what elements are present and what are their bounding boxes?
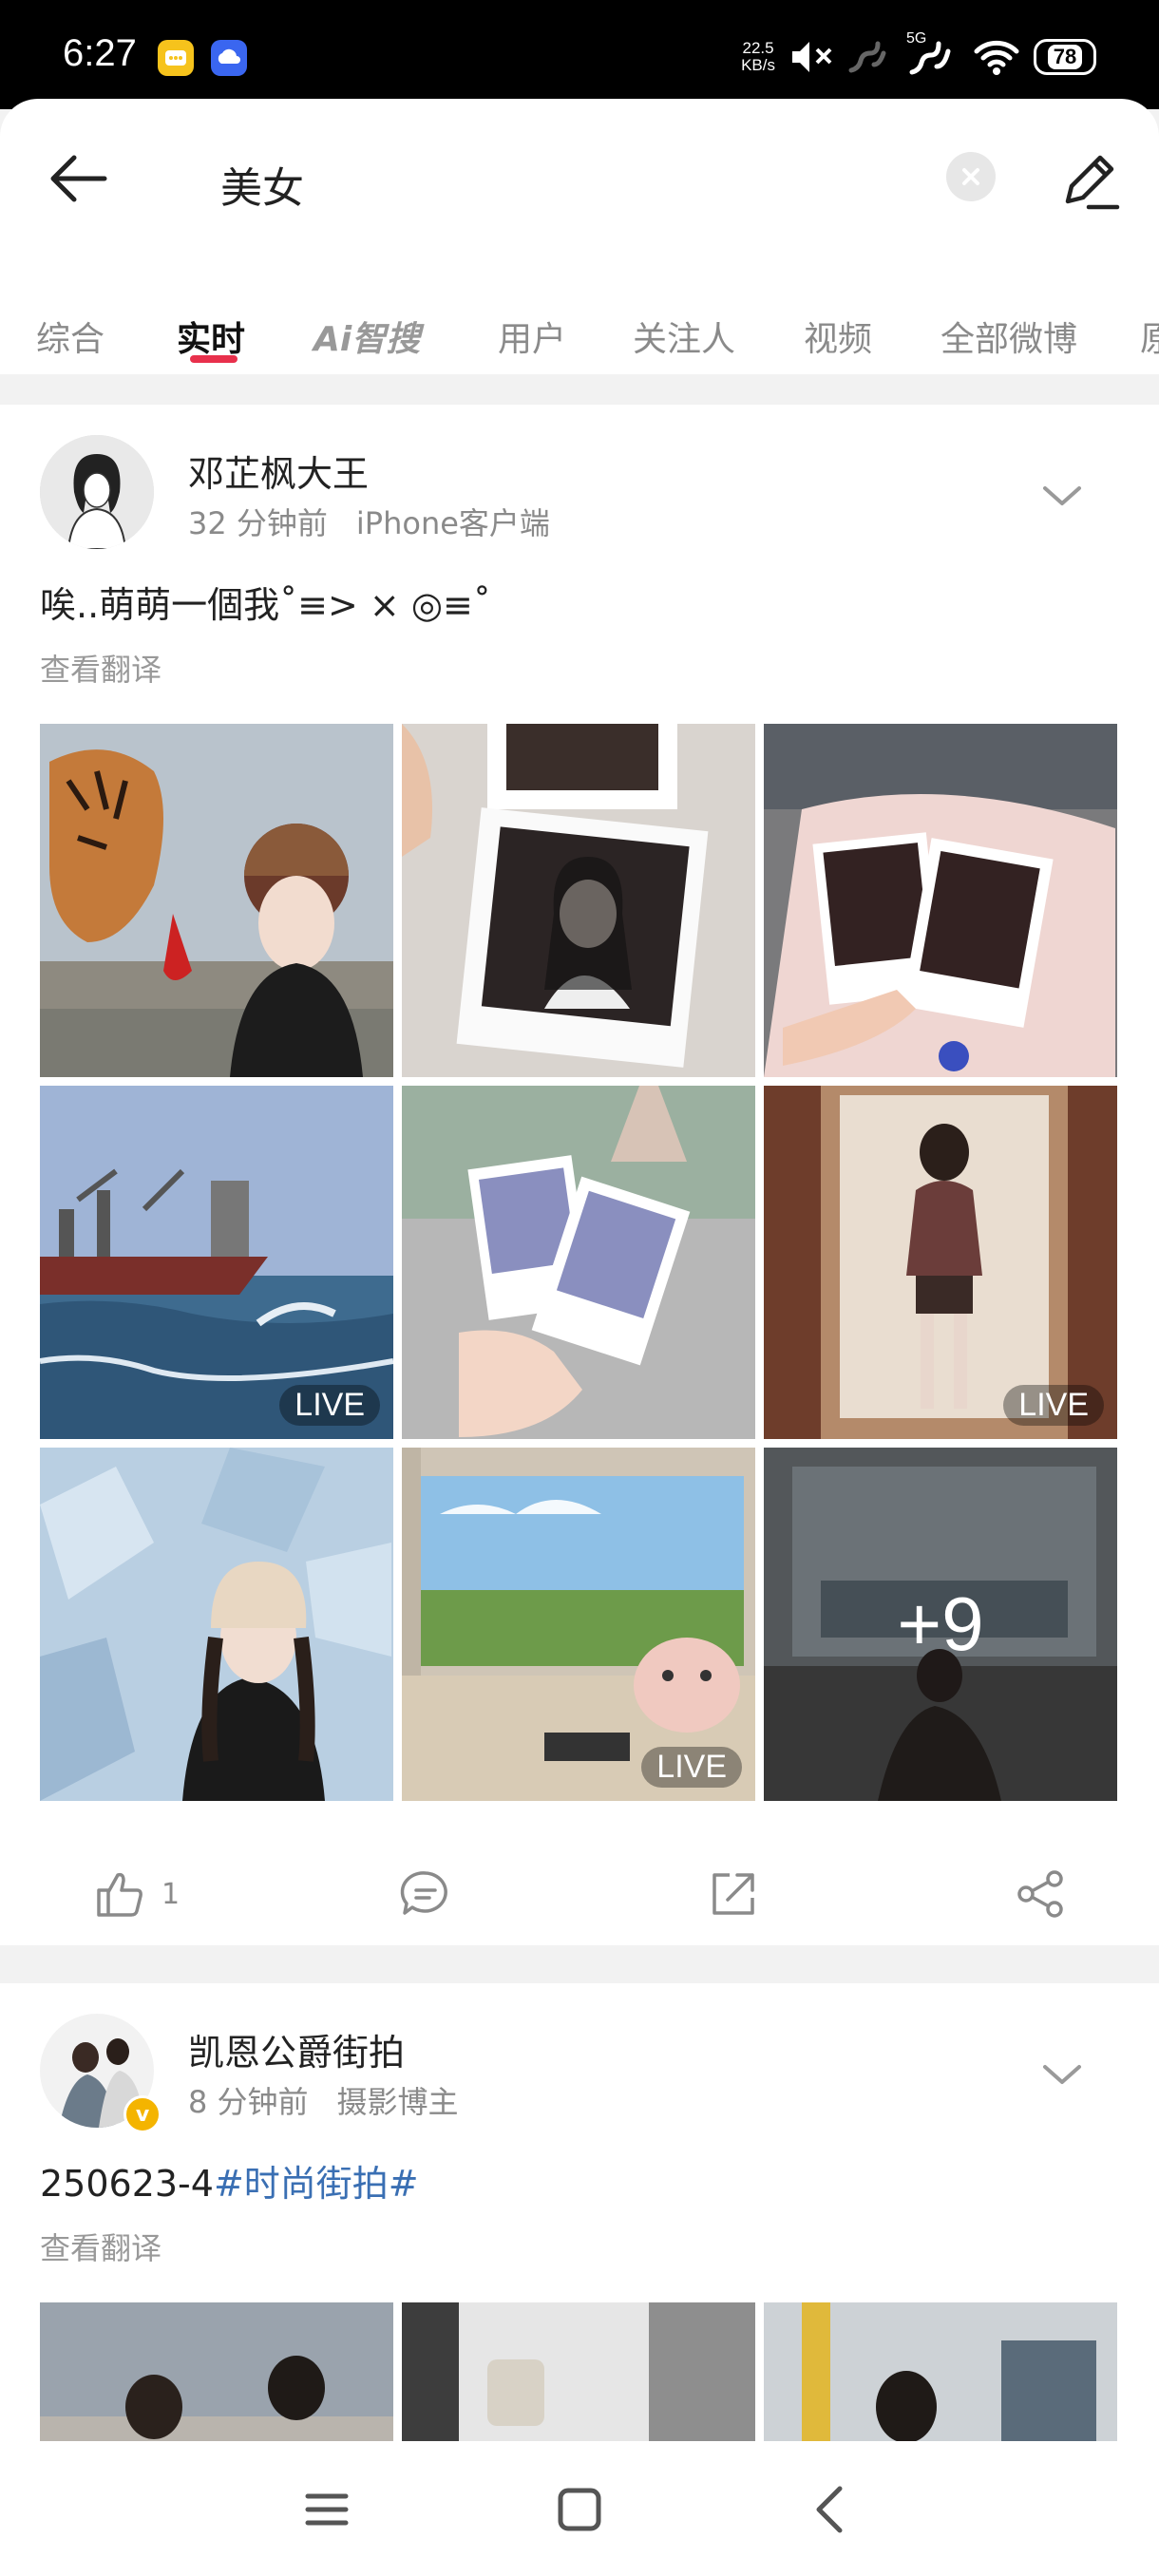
share-button[interactable] (1013, 1866, 1070, 1923)
post-time: 8 分钟前 (188, 2084, 309, 2120)
post-image[interactable] (40, 1448, 393, 1801)
clear-icon (962, 168, 979, 185)
wifi-icon (974, 40, 1019, 75)
feed: 邓芷枫大王 32 分钟前 iPhone客户端 唉..萌萌一個我˚≡> × ◎≡˚ … (0, 374, 1159, 2576)
status-bar: 6:27 22.5 KB/s 5G 78 (0, 0, 1159, 109)
post-source: iPhone客户端 (355, 505, 550, 541)
post-actions: 1 (0, 1845, 1159, 1940)
post-image-more[interactable]: +9 (764, 1448, 1117, 1801)
search-input[interactable]: 美女 (220, 154, 304, 215)
live-badge: LIVE (1003, 1385, 1104, 1426)
post-meta: 32 分钟前 iPhone客户端 (188, 500, 550, 543)
cloud-app-icon (211, 40, 247, 76)
repost-button[interactable] (705, 1866, 762, 1923)
tab-comprehensive[interactable]: 综合 (36, 312, 104, 361)
like-button[interactable]: 1 (91, 1866, 180, 1923)
verified-badge-icon: v (124, 2095, 162, 2133)
network-speed-value: 22.5 (742, 39, 774, 57)
chat-app-icon (158, 40, 194, 76)
live-badge: LIVE (641, 1747, 742, 1788)
post-image[interactable] (402, 724, 755, 1077)
comment-icon (400, 1871, 447, 1915)
tab-realtime[interactable]: 实时 (177, 312, 245, 361)
post-text-plain: 250623-4 (40, 2163, 214, 2205)
signal-weak-icon (848, 41, 886, 73)
search-tabs: 综合 实时 Ai智搜 用户 关注人 视频 全部微博 原 (0, 279, 1159, 374)
post-meta: 8 分钟前 摄影博主 (188, 2078, 459, 2122)
post-text: 250623-4#时尚街拍# (40, 2154, 419, 2207)
hashtag-link[interactable]: #时尚街拍# (214, 2163, 419, 2205)
tab-video[interactable]: 视频 (804, 312, 872, 361)
live-badge: LIVE (279, 1385, 380, 1426)
signal-5g-icon: 5G (906, 30, 960, 78)
more-images-count: +9 (897, 1582, 984, 1666)
tab-ai-search[interactable]: Ai智搜 (314, 312, 420, 361)
mute-icon (792, 42, 832, 72)
image-grid: LIVE LIVE LIVE +9 (40, 724, 1117, 1801)
post-card[interactable]: 邓芷枫大王 32 分钟前 iPhone客户端 唉..萌萌一個我˚≡> × ◎≡˚ … (0, 405, 1159, 1945)
battery-level: 78 (1047, 45, 1083, 69)
back-arrow-icon[interactable] (46, 144, 114, 213)
system-nav-bar (0, 2441, 1159, 2576)
translate-link[interactable]: 查看翻译 (40, 646, 162, 690)
post-time: 32 分钟前 (188, 505, 328, 541)
tab-original[interactable]: 原 (1140, 312, 1159, 361)
edit-icon[interactable] (1054, 146, 1123, 215)
avatar[interactable] (40, 435, 154, 549)
tab-all-weibo[interactable]: 全部微博 (940, 312, 1077, 361)
home-icon[interactable] (551, 2481, 608, 2538)
thumbs-up-icon (97, 1872, 142, 1917)
tab-users[interactable]: 用户 (498, 312, 566, 361)
menu-icon[interactable] (298, 2481, 355, 2538)
chevron-down-icon[interactable] (1041, 483, 1083, 509)
post-image[interactable] (402, 1086, 755, 1439)
active-tab-indicator (190, 355, 238, 363)
post-image[interactable] (764, 724, 1117, 1077)
translate-link[interactable]: 查看翻译 (40, 2225, 162, 2268)
status-time: 6:27 (63, 32, 137, 74)
network-speed-unit: KB/s (741, 56, 775, 74)
repost-icon (712, 1873, 754, 1915)
post-image[interactable]: LIVE (40, 1086, 393, 1439)
back-icon[interactable] (804, 2481, 861, 2538)
network-speed: 22.5 KB/s (741, 40, 775, 74)
comment-button[interactable] (397, 1866, 454, 1923)
avatar[interactable]: v (40, 2014, 162, 2133)
post-source: 摄影博主 (336, 2084, 459, 2120)
tab-following[interactable]: 关注人 (633, 312, 735, 361)
like-count: 1 (162, 1877, 180, 1911)
battery-icon: 78 (1034, 39, 1096, 75)
post-image[interactable]: LIVE (402, 1448, 755, 1801)
search-header: 美女 综合 实时 Ai智搜 用户 关注人 视频 全部微博 原 (0, 99, 1159, 374)
signal-5g-label: 5G (906, 30, 927, 47)
post-text: 唉..萌萌一個我˚≡> × ◎≡˚ (40, 584, 491, 626)
post-image[interactable]: LIVE (764, 1086, 1117, 1439)
chevron-down-icon[interactable] (1041, 2061, 1083, 2088)
username[interactable]: 邓芷枫大王 (188, 445, 369, 497)
post-image[interactable] (40, 724, 393, 1077)
clear-search-button[interactable] (946, 152, 996, 201)
username[interactable]: 凯恩公爵街拍 (188, 2023, 405, 2075)
share-icon (1017, 1870, 1063, 1918)
